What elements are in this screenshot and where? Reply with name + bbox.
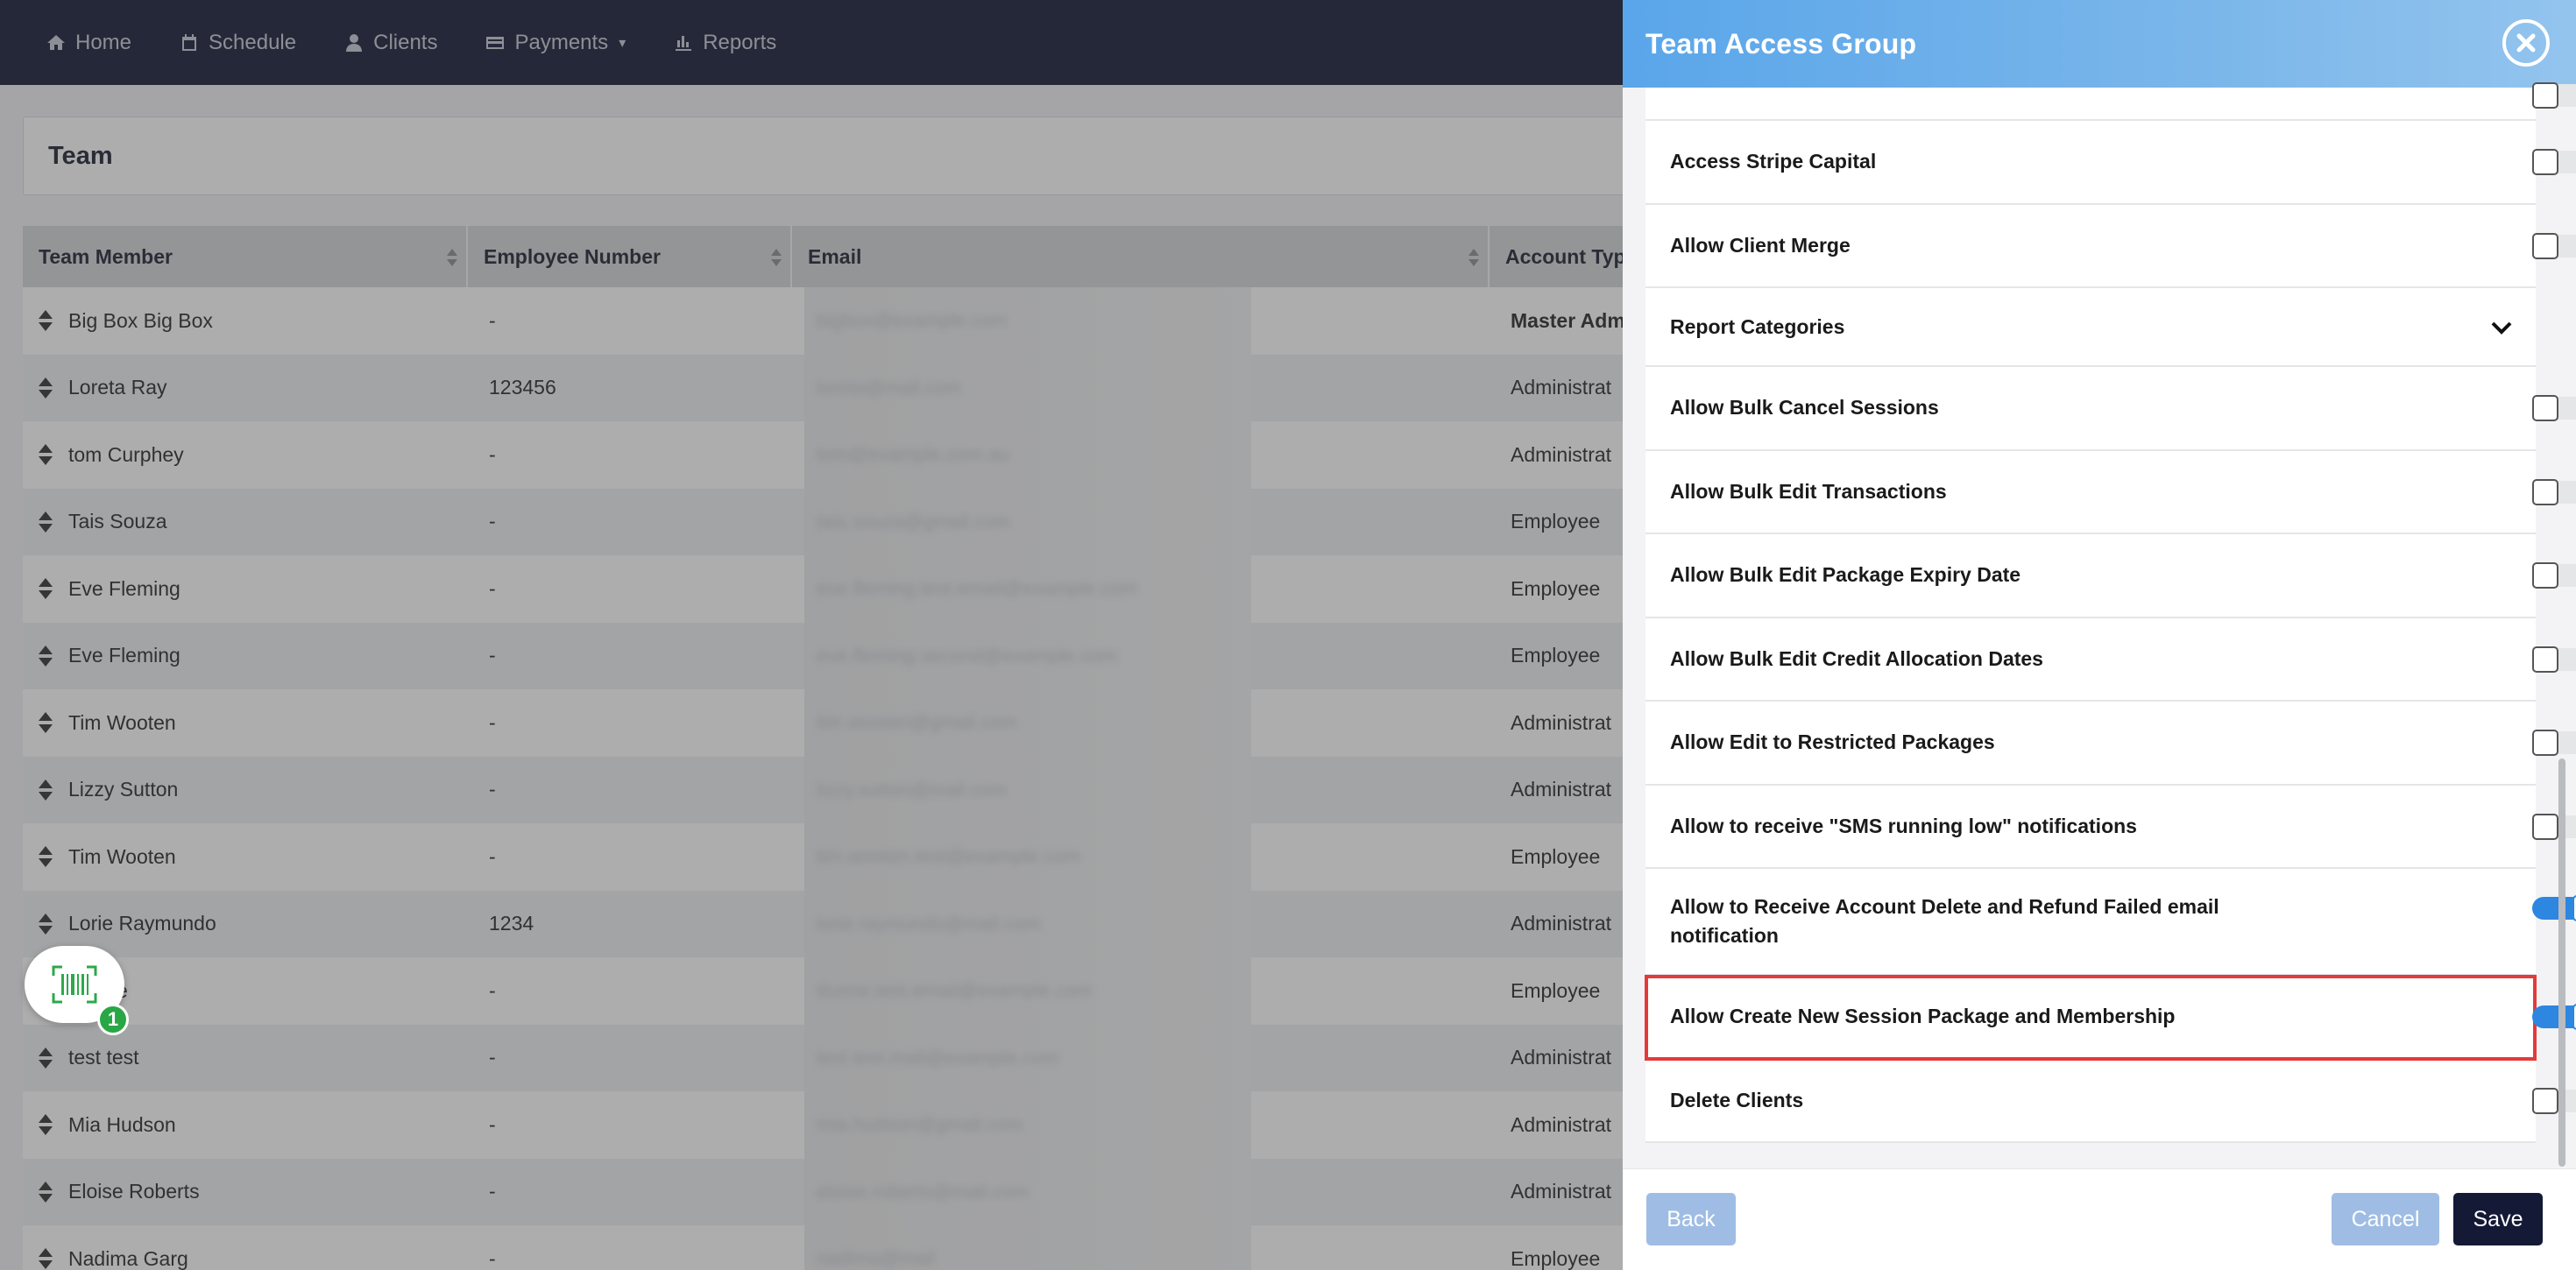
notification-badge: 1 [97,1004,129,1035]
permission-row: Allow Bulk Edit Package Expiry Date [1645,534,2576,618]
permission-row: Allow Edit to Restricted Packages [1645,702,2576,786]
permission-label: Allow to receive "SMS running low" notif… [1670,814,2137,837]
barcode-scanner-icon [52,965,97,1004]
permission-label: Access Stripe Capital [1670,150,1877,173]
permission-toggle[interactable] [2532,895,2576,921]
permission-toggle[interactable] [2532,562,2576,589]
permission-toggle[interactable] [2532,1087,2576,1114]
back-button[interactable]: Back [1646,1193,1736,1245]
permission-row: Allow Create New Session Package and Mem… [1645,975,2576,1061]
modal-backdrop[interactable] [0,0,1623,1270]
permission-toggle[interactable] [2532,646,2576,673]
permission-toggle[interactable] [2532,149,2576,175]
permission-row: Allow to Receive Account Delete and Refu… [1645,869,2576,976]
permission-list: Access Stripe Capital Allow Client Merge R… [1645,82,2576,1143]
permission-label: Allow Client Merge [1670,233,1851,257]
permission-label: Allow Bulk Edit Credit Allocation Dates [1670,646,2043,670]
permission-label: Allow Bulk Edit Package Expiry Date [1670,563,2021,587]
permission-label: Report Categories [1670,314,1845,338]
permission-row: Allow Client Merge [1645,205,2576,288]
permission-row: Allow Bulk Cancel Sessions [1645,367,2576,451]
permission-toggle[interactable] [2532,82,2576,109]
permission-label: Allow Bulk Edit Transactions [1670,479,1947,503]
permission-toggle[interactable] [2532,395,2576,421]
permission-row: Allow to receive "SMS running low" notif… [1645,786,2576,869]
report-categories-row[interactable]: Report Categories [1645,288,2536,367]
panel-scrollbar[interactable] [2558,758,2565,1167]
close-button[interactable] [2502,19,2550,67]
permission-row: Delete Clients [1645,1060,2576,1143]
permission-toggle[interactable] [2532,813,2576,840]
permission-label: Allow Edit to Restricted Packages [1670,730,1995,754]
permission-toggle[interactable] [2532,232,2576,259]
permission-label: Delete Clients [1670,1088,1804,1111]
close-icon [2516,33,2536,53]
permission-label: Allow Create New Session Package and Mem… [1670,1005,2176,1028]
save-button[interactable]: Save [2453,1193,2543,1245]
permission-toggle[interactable] [2532,1004,2576,1030]
permission-row: Access Stripe Capital [1645,121,2576,205]
permission-label: Allow Bulk Cancel Sessions [1670,396,1939,420]
permission-row: Allow Bulk Edit Transactions [1645,451,2576,534]
permission-row-partial [1645,82,2576,121]
chevron-down-icon[interactable] [2490,316,2513,339]
permission-toggle[interactable] [2532,730,2576,756]
cancel-button[interactable]: Cancel [2332,1193,2439,1245]
panel-header: Team Access Group [1623,0,2576,88]
permission-toggle[interactable] [2532,478,2576,505]
permission-row: Allow Bulk Edit Credit Allocation Dates [1645,618,2576,702]
panel-title: Team Access Group [1645,27,1917,60]
permission-label: Allow to Receive Account Delete and Refu… [1670,895,2219,947]
